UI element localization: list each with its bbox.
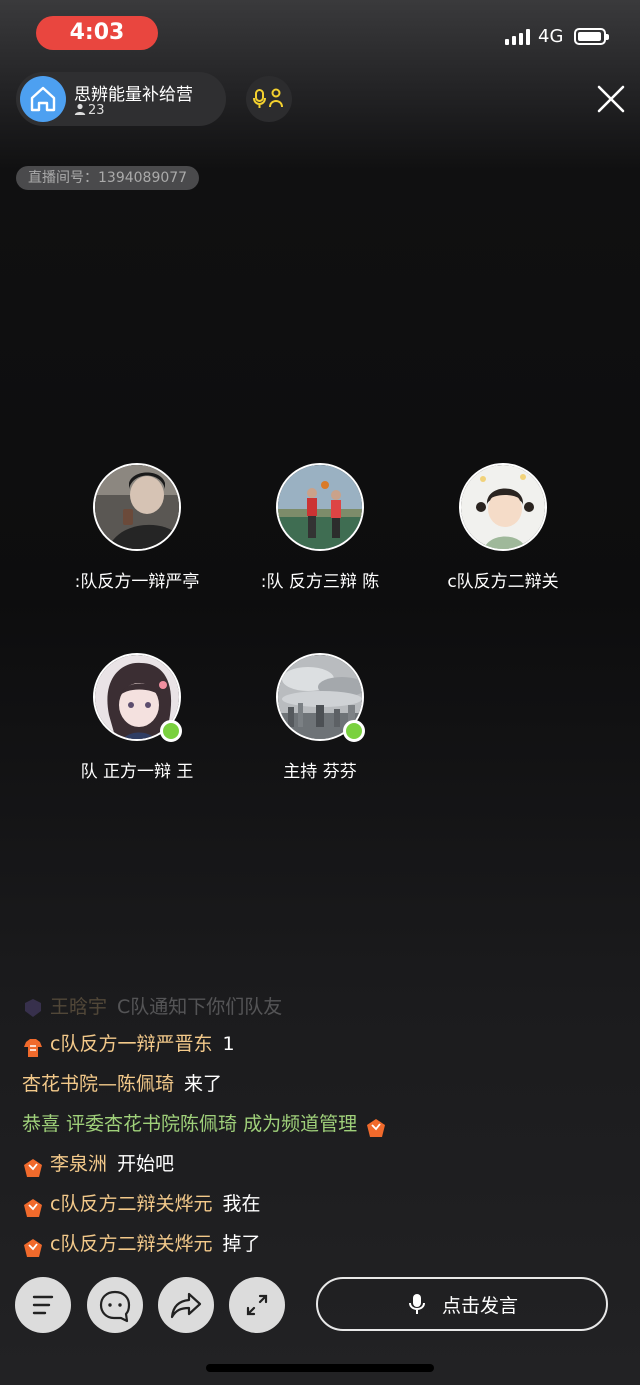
speak-button[interactable]: 点击发言 [316,1277,608,1331]
chat-message: 李泉洲 开始吧 [22,1144,622,1184]
room-member-count: 23 [74,103,105,118]
signal-icon [505,29,531,45]
seat-name: c队反方二辩关 [447,572,559,592]
collapse-icon [246,1294,268,1316]
room-info-pill[interactable]: 思辨能量补给营 23 [16,72,226,126]
chat-user[interactable]: c队反方二辩关烨元 [50,1224,212,1264]
close-button[interactable] [594,82,628,116]
home-indicator[interactable] [206,1364,434,1372]
user-icon [74,103,86,115]
seat-name: 主持 芬芬 [283,762,357,782]
seat-5[interactable]: 主持 芬芬 [230,653,410,782]
mic-users-icon [253,88,283,108]
comment-icon [99,1290,131,1323]
minimize-button[interactable] [229,1277,285,1333]
close-icon [597,85,625,113]
chat-text: 1 [222,1033,235,1055]
chat-text: 来了 [184,1073,223,1095]
room-id-label: 直播间号：1394089077 [16,166,200,190]
menu-icon [32,1295,54,1315]
seat-2[interactable]: :队 反方三辩 陈 [230,463,410,592]
share-icon [170,1292,202,1319]
room-count-value: 23 [88,103,105,118]
share-button[interactable] [158,1277,214,1333]
mic-guests-button[interactable] [246,76,292,122]
chat-message: c队反方一辩严晋东 1 [22,1024,622,1064]
seat-3[interactable]: c队反方二辩关 [413,463,593,592]
chat-message: c队反方二辩关烨元 掉了 [22,1224,622,1264]
seat-name: :队 反方三辩 陈 [260,572,380,592]
seat-4[interactable]: 队 正方一辩 王 [47,653,227,782]
seat-name: :队反方一辩严亭 [74,572,200,592]
status-time: 4:03 [36,16,158,50]
chat-message: 杏花书院—陈佩琦 来了 [22,1064,622,1104]
chat-user[interactable]: 王晗宇 [50,990,107,1024]
chat-text: 我在 [222,1193,261,1215]
chat-user[interactable]: c队反方一辩严晋东 [50,1024,212,1064]
admin-badge-icon [22,1193,44,1217]
avatar [459,463,547,551]
seat-1[interactable]: :队反方一辩严亭 [47,463,227,592]
avatar [93,463,181,551]
battery-icon [574,28,609,45]
user-level-icon [22,996,44,1018]
system-message: 恭喜 评委杏花书院陈佩琦 成为频道管理 [22,1104,622,1144]
chat-text: 掉了 [222,1233,261,1255]
chat-user[interactable]: c队反方二辩关烨元 [50,1184,212,1224]
online-indicator [343,720,365,742]
chat-text: 开始吧 [117,1153,175,1175]
speak-label: 点击发言 [441,1294,518,1317]
admin-badge-icon [22,1153,44,1177]
menu-button[interactable] [15,1277,71,1333]
online-indicator [160,720,182,742]
system-text: 恭喜 评委杏花书院陈佩琦 成为频道管理 [22,1113,358,1135]
network-type: 4G [538,26,564,47]
admin-badge-icon [365,1113,387,1137]
user-badge-icon [22,1033,44,1057]
chat-user[interactable]: 李泉洲 [50,1144,107,1184]
chat-message: c队反方二辩关烨元 我在 [22,1184,622,1224]
mic-icon [408,1294,425,1314]
chat-text: C队通知下你们队友 [117,996,283,1018]
chat-user[interactable]: 杏花书院—陈佩琦 [22,1064,174,1104]
avatar [276,463,364,551]
chat-list: 王晗宇 C队通知下你们队友 c队反方一辩严晋东 1 杏花书院—陈佩琦 来了 恭喜… [22,990,622,1264]
chat-message: 王晗宇 C队通知下你们队友 [22,990,622,1024]
comment-button[interactable] [87,1277,143,1333]
home-icon [20,76,66,122]
seat-name: 队 正方一辩 王 [80,762,194,782]
room-name: 思辨能量补给营 [74,85,193,105]
admin-badge-icon [22,1233,44,1257]
